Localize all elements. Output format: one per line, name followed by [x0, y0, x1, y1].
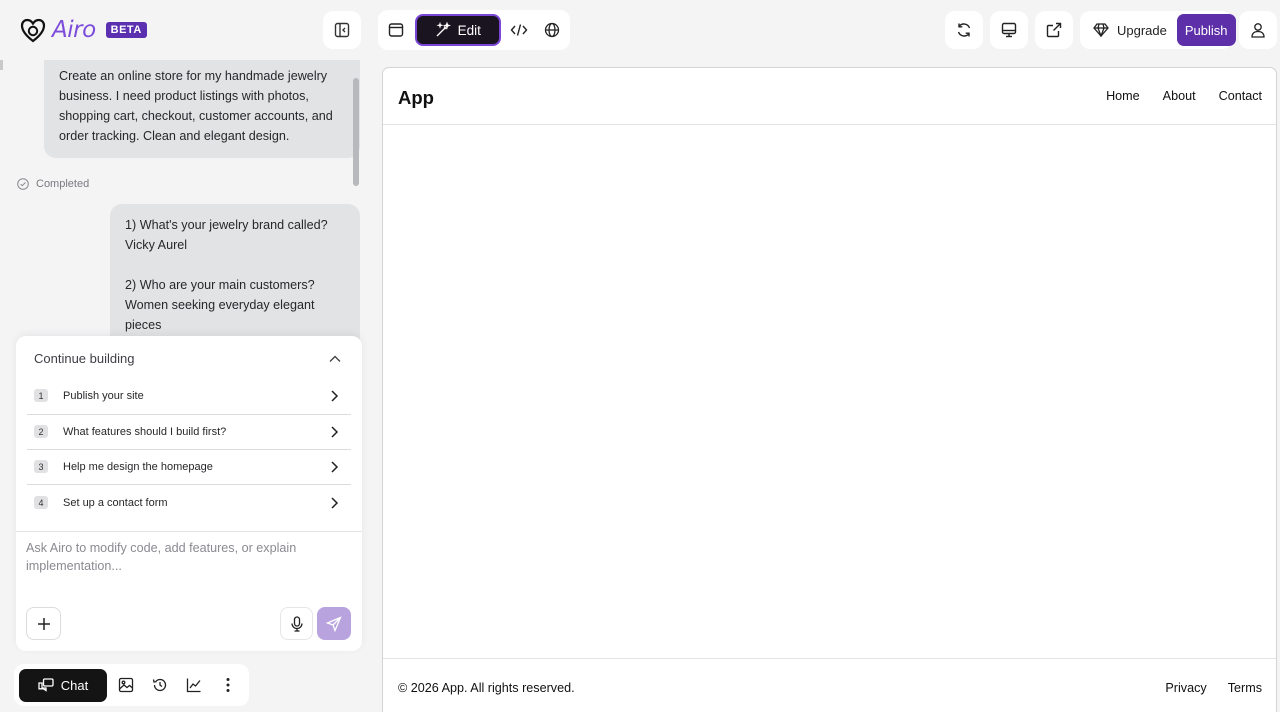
nav-link-home[interactable]: Home — [1106, 89, 1140, 103]
upgrade-button[interactable]: Upgrade — [1083, 23, 1177, 38]
nav-link-contact[interactable]: Contact — [1219, 89, 1262, 103]
preview-header: App Home About Contact — [383, 68, 1276, 125]
app-logo[interactable]: Airo BETA — [20, 16, 147, 44]
suggestion-label: Set up a contact form — [63, 496, 168, 509]
preview-footer: © 2026 App. All rights reserved. Privacy… — [383, 658, 1276, 712]
send-button[interactable] — [317, 607, 351, 640]
refresh-button[interactable] — [945, 11, 983, 49]
footer-link-terms[interactable]: Terms — [1228, 681, 1262, 695]
answer-line: 2) Who are your main customers? — [125, 278, 315, 292]
beta-badge: BETA — [105, 22, 147, 38]
more-options-button[interactable] — [213, 670, 243, 700]
chat-tab[interactable]: Chat — [19, 668, 107, 702]
preview-site-title[interactable]: App — [398, 87, 434, 109]
account-actions-group: Upgrade Publish — [1080, 11, 1236, 49]
send-icon — [326, 615, 342, 632]
brand-name: Airo — [52, 17, 96, 43]
nav-link-about[interactable]: About — [1163, 89, 1196, 103]
chat-history[interactable]: Create an online store for my handmade j… — [0, 60, 370, 340]
device-toggle-button[interactable] — [990, 11, 1028, 49]
chevron-right-icon — [331, 389, 339, 402]
external-link-icon — [1046, 22, 1062, 38]
line-chart-icon — [186, 678, 201, 693]
answer-line — [125, 255, 345, 275]
voice-input-button[interactable] — [280, 607, 313, 640]
site-preview: App Home About Contact © 2026 App. All r… — [382, 67, 1277, 712]
preview-mode-button[interactable] — [382, 15, 411, 45]
chevron-right-icon — [331, 496, 339, 509]
chevron-up-icon[interactable] — [326, 350, 344, 368]
user-message-bubble: Create an online store for my handmade j… — [44, 60, 360, 158]
edit-label: Edit — [457, 22, 481, 38]
plus-icon — [37, 617, 50, 630]
view-mode-group: Edit — [378, 10, 570, 50]
chevron-right-icon — [331, 425, 339, 438]
chat-tab-label: Chat — [60, 677, 89, 693]
divider — [16, 531, 362, 532]
code-icon — [510, 24, 528, 36]
code-view-button[interactable] — [505, 15, 534, 45]
diamond-icon — [1093, 23, 1109, 37]
publish-button[interactable]: Publish — [1176, 14, 1236, 46]
answer-line: 1) What's your jewelry brand called? — [125, 218, 328, 232]
domain-button[interactable] — [537, 15, 566, 45]
magic-wand-icon — [436, 22, 451, 37]
image-icon — [118, 677, 134, 693]
suggestion-item[interactable]: 2 What features should I build first? — [27, 414, 351, 449]
chat-prompt-input[interactable]: Ask Airo to modify code, add features, o… — [26, 539, 326, 575]
suggestion-item[interactable]: 3 Help me design the homepage — [27, 449, 351, 484]
open-external-button[interactable] — [1035, 11, 1073, 49]
chat-bubbles-icon — [38, 677, 54, 692]
analytics-button[interactable] — [179, 670, 209, 700]
footer-links: Privacy Terms — [1165, 681, 1262, 695]
answers-bubble: 1) What's your jewelry brand called? Vic… — [110, 204, 360, 340]
attach-button[interactable] — [26, 607, 61, 640]
check-circle-icon — [17, 178, 29, 190]
suggestion-item[interactable]: 4 Set up a contact form — [27, 485, 351, 520]
chat-scrollbar[interactable] — [353, 78, 359, 186]
globe-icon — [544, 22, 559, 38]
completion-status: Completed — [17, 178, 89, 190]
chevron-right-icon — [331, 460, 339, 473]
answer-line: Vicky Aurel — [125, 238, 188, 252]
user-icon — [1251, 23, 1265, 38]
suggestion-label: What features should I build first? — [63, 425, 227, 438]
sidebar-collapse-icon — [334, 22, 350, 38]
browser-window-icon — [389, 23, 404, 37]
status-text: Completed — [36, 178, 90, 190]
suggestion-number: 3 — [34, 460, 48, 473]
suggestion-number: 4 — [34, 496, 48, 509]
suggestion-item[interactable]: 1 Publish your site — [27, 378, 351, 413]
upgrade-label: Upgrade — [1117, 22, 1167, 38]
microphone-icon — [290, 615, 303, 632]
preview-nav: Home About Contact — [1106, 89, 1262, 103]
suggestion-number: 2 — [34, 425, 48, 438]
continue-building-panel: Continue building 1 Publish your site 2 … — [16, 336, 362, 651]
refresh-icon — [957, 23, 971, 37]
desktop-icon — [1001, 22, 1017, 38]
profile-button[interactable] — [1239, 11, 1277, 49]
history-button[interactable] — [145, 670, 175, 700]
more-vertical-icon — [226, 678, 230, 692]
suggestion-label: Help me design the homepage — [63, 460, 213, 473]
bottom-toolbar: Chat — [14, 664, 249, 706]
image-button[interactable] — [111, 670, 141, 700]
history-icon — [152, 678, 167, 692]
answer-line: Women seeking everyday elegant pieces — [125, 298, 315, 332]
airo-logo-icon — [20, 18, 46, 43]
sidebar-toggle-button[interactable] — [323, 11, 361, 49]
suggestion-label: Publish your site — [63, 389, 144, 402]
edit-mode-button[interactable]: Edit — [414, 14, 501, 46]
panel-title: Continue building — [34, 351, 135, 366]
footer-link-privacy[interactable]: Privacy — [1165, 681, 1206, 695]
footer-copyright: © 2026 App. All rights reserved. — [398, 681, 575, 695]
suggestion-number: 1 — [34, 389, 48, 402]
